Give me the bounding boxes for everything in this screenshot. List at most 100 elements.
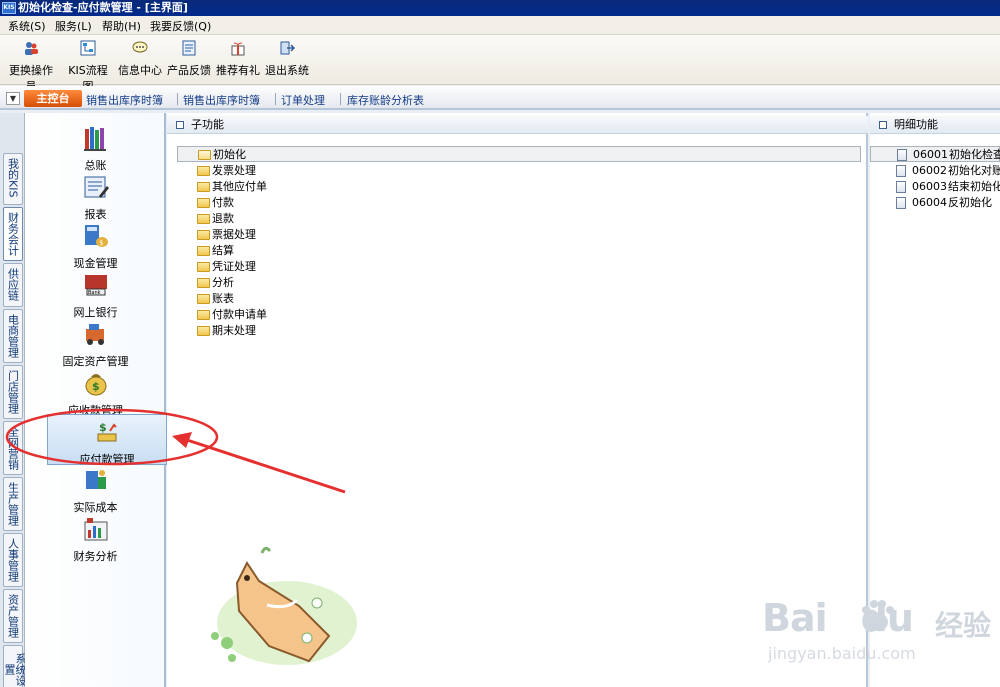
detail-item-init-reconcile[interactable]: 06002 初始化对账 [870,163,1000,179]
folder-icon [197,294,210,304]
cash-icon: $ [84,225,108,247]
recommend-gift-button[interactable]: 推荐有礼 [216,40,260,78]
tree-item-analysis[interactable]: 分析 [177,275,861,291]
vnav-supply-chain[interactable]: 供应链 [3,263,23,307]
module-label: 总账 [84,159,107,172]
detail-item-name: 初始化对账 [948,164,1000,177]
fixed-asset-icon [85,324,104,345]
detail-item-code: 06004 [912,196,947,209]
tree-item-settlement[interactable]: 结算 [177,243,861,259]
document-icon [896,165,906,177]
window-title: 初始化检查-应付款管理 - [主界面] [18,1,188,14]
menu-system[interactable]: 系统(S) [8,18,46,34]
vnav-store[interactable]: 门店管理 [3,365,23,419]
detail-item-init-check[interactable]: 06001 初始化检查 [870,146,1000,162]
module-panel: 总账 报表 $ 现金管理 Bank 网上银行 固定资产管理 $ 应收款管理 $ … [25,113,167,687]
module-label: 实际成本 [73,501,118,514]
module-cash[interactable]: $ 现金管理 [25,223,166,271]
cost-icon [85,470,106,489]
tree-item-other-payables[interactable]: 其他应付单 [177,179,861,195]
exit-icon [280,41,296,55]
tree-item-label: 期末处理 [212,324,256,337]
module-fixed-assets[interactable]: 固定资产管理 [25,321,166,369]
module-receivables[interactable]: $ 应收款管理 [25,370,166,418]
document-icon [896,181,906,193]
tree-item-refund[interactable]: 退款 [177,211,861,227]
module-label: 报表 [84,208,107,221]
vnav-assets-label: 资产管理 [6,594,20,638]
document-icon [897,149,907,161]
folder-icon [197,166,210,176]
vnav-my-kis-label: 我的KIS [6,158,20,198]
vnav-my-kis[interactable]: 我的KIS [3,153,23,205]
recommend-gift-label: 推荐有礼 [216,64,260,77]
vnav-production-label: 生产管理 [6,482,20,526]
watermark-brand-2: du [860,596,914,640]
vnav-assets[interactable]: 资产管理 [3,589,23,643]
detail-item-code: 06002 [912,164,947,177]
analysis-icon [84,518,107,541]
module-label: 应付款管理 [79,453,135,466]
tree-item-label: 发票处理 [212,164,256,177]
menu-service[interactable]: 服务(L) [55,18,92,34]
folder-icon [197,230,210,240]
vnav-hr[interactable]: 人事管理 [3,533,23,587]
title-bar: KIS 初始化检查-应付款管理 - [主界面] [0,0,1000,16]
folder-icon [197,214,210,224]
vnav-ecommerce[interactable]: 电商管理 [3,309,23,363]
bank-icon: Bank [84,275,107,296]
module-financial-analysis[interactable]: 财务分析 [25,516,166,564]
module-online-bank[interactable]: Bank 网上银行 [25,272,166,320]
tab-main-console[interactable]: 主控台 [24,90,82,107]
detail-item-code: 06003 [912,180,947,193]
tree-item-voucher[interactable]: 凭证处理 [177,259,861,275]
tree-item-label: 付款申请单 [212,308,267,321]
vnav-hr-label: 人事管理 [6,538,20,582]
vnav-finance[interactable]: 财务会计 [3,207,23,261]
vnav-settings-label: 系统设置 [3,652,27,686]
vnav-production[interactable]: 生产管理 [3,477,23,531]
tree-item-payment[interactable]: 付款 [177,195,861,211]
vertical-category-nav: 我的KIS 财务会计 供应链 电商管理 门店管理 全网营销 生产管理 人事管理 … [0,113,27,687]
tab-sales-outbound-2[interactable]: 销售出库序时簿 [183,92,260,108]
tree-item-period-end[interactable]: 期末处理 [177,323,861,339]
folder-icon [197,310,210,320]
product-feedback-label: 产品反馈 [167,64,211,77]
detail-item-end-init[interactable]: 06003 结束初始化 [870,179,1000,195]
module-general-ledger[interactable]: 总账 [25,125,166,173]
detail-item-reverse-init[interactable]: 06004 反初始化 [870,195,1000,211]
tree-item-invoice[interactable]: 发票处理 [177,163,861,179]
product-feedback-button[interactable]: 产品反馈 [167,40,211,78]
module-report[interactable]: 报表 [25,174,166,222]
folder-icon [197,198,210,208]
vnav-marketing[interactable]: 全网营销 [3,421,23,475]
tab-order-processing[interactable]: 订单处理 [281,92,325,108]
report-icon [84,176,109,198]
module-label: 固定资产管理 [62,355,129,368]
module-actual-cost[interactable]: 实际成本 [25,467,166,515]
folder-open-icon [198,150,211,160]
module-payables[interactable]: $ 应付款管理 [47,414,167,466]
detail-item-name: 结束初始化 [948,180,1000,193]
tab-dropdown-button[interactable]: ▼ [6,92,20,105]
tab-bar: ▼ 主控台 销售出库序时簿 销售出库序时簿 订单处理 库存账龄分析表 [0,86,1000,110]
vnav-settings[interactable]: 系统设置 [3,645,27,687]
tab-sales-outbound-1[interactable]: 销售出库序时簿 [86,92,163,108]
vnav-store-label: 门店管理 [6,370,20,414]
folder-icon [197,262,210,272]
tree-item-label: 票据处理 [212,228,256,241]
exit-system-button[interactable]: 退出系统 [265,40,309,78]
menu-help[interactable]: 帮助(H) [102,18,141,34]
feedback-icon [182,40,196,56]
tree-item-payment-request[interactable]: 付款申请单 [177,307,861,323]
tree-item-bills[interactable]: 票据处理 [177,227,861,243]
tree-root-initialization[interactable]: 初始化 [177,146,861,162]
tree-item-label: 凭证处理 [212,260,256,273]
watermark-brand: Bai du [762,596,914,640]
info-center-button[interactable]: 信息中心 [118,40,162,78]
tree-item-reports[interactable]: 账表 [177,291,861,307]
menu-feedback[interactable]: 我要反馈(Q) [150,18,211,34]
exit-system-label: 退出系统 [265,64,309,77]
tab-inventory-aging[interactable]: 库存账龄分析表 [347,92,424,108]
menu-bar: 系统(S) 服务(L) 帮助(H) 我要反馈(Q) [0,16,1000,35]
